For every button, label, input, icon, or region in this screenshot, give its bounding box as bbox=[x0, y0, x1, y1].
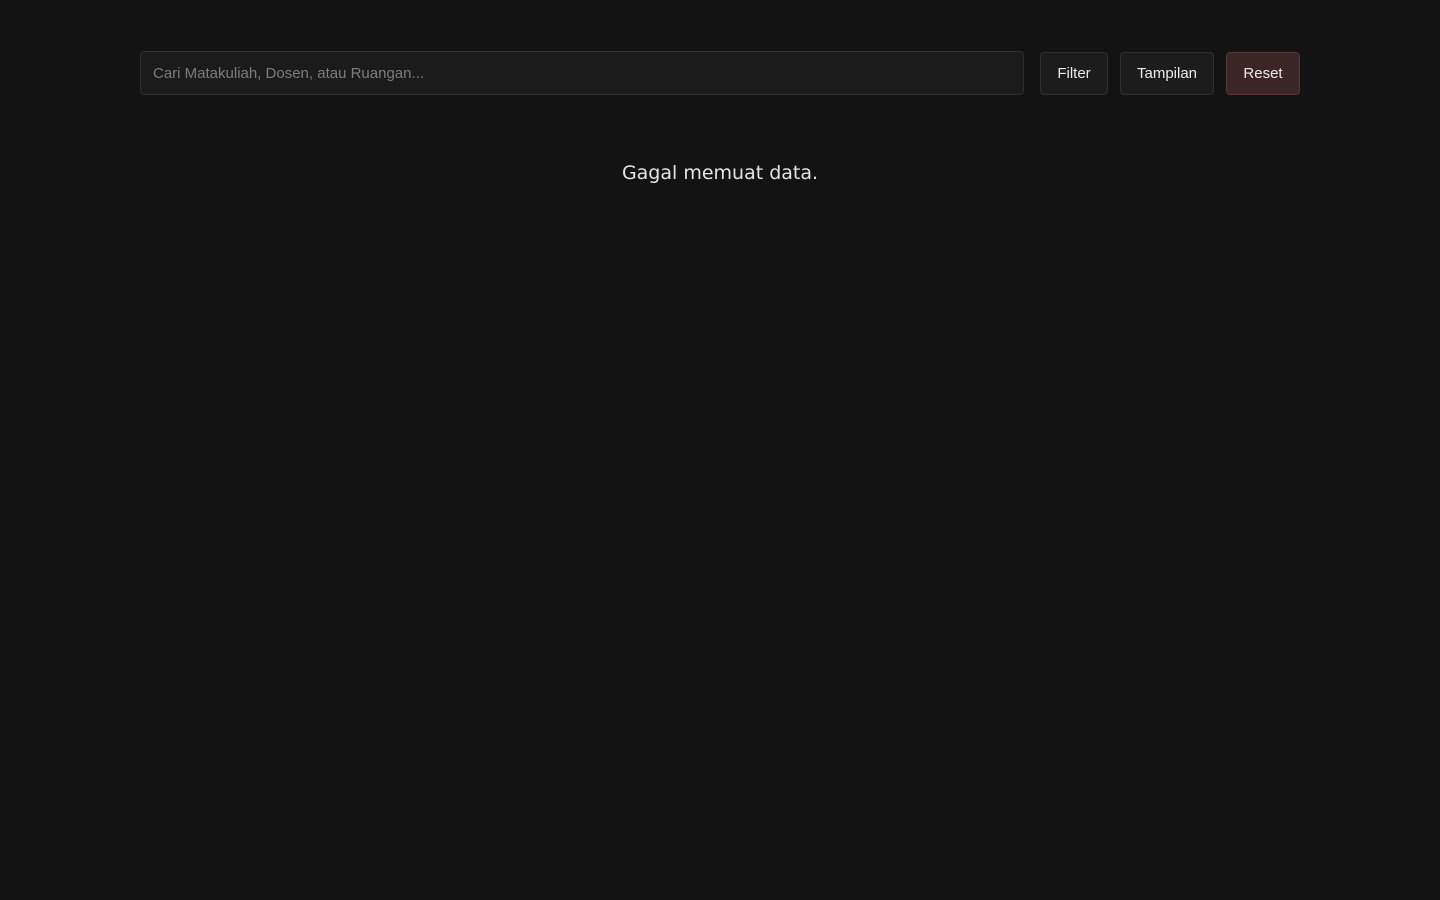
toolbar: Filter Tampilan Reset bbox=[140, 51, 1300, 95]
filter-button[interactable]: Filter bbox=[1040, 51, 1108, 95]
error-message: Gagal memuat data. bbox=[621, 162, 819, 184]
reset-button[interactable]: Reset bbox=[1226, 51, 1300, 95]
view-button[interactable]: Tampilan bbox=[1120, 51, 1214, 95]
search-box[interactable] bbox=[140, 51, 1024, 95]
search-input[interactable] bbox=[141, 52, 1023, 94]
page: Filter Tampilan Reset Gagal memuat data. bbox=[0, 0, 1440, 900]
